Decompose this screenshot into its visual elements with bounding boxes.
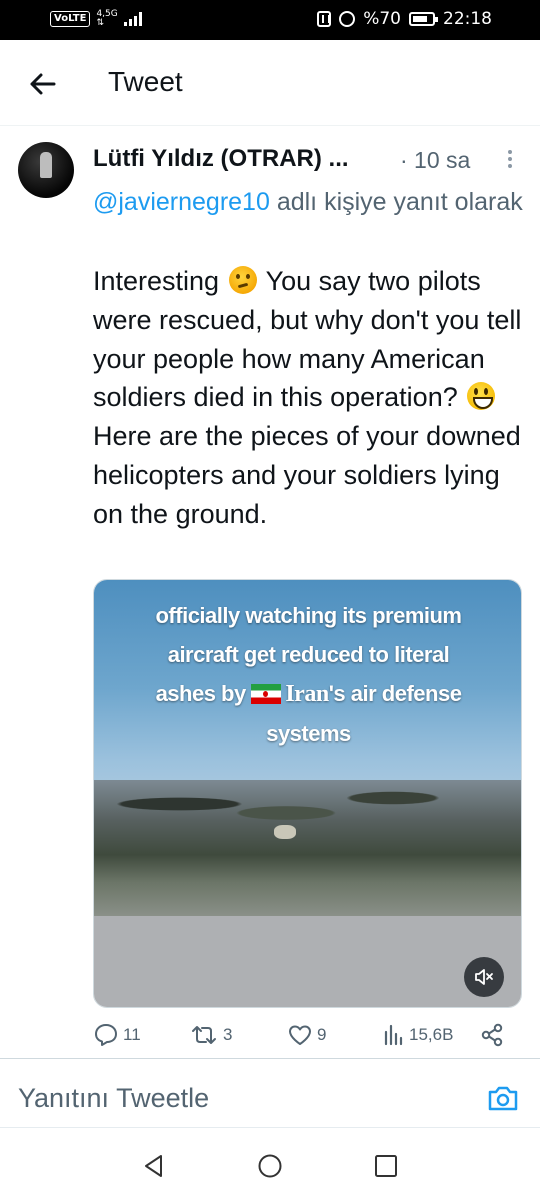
author-name[interactable]: Lütfi Yıldız (OTRAR) ... bbox=[93, 145, 349, 173]
status-right: %70 22:18 bbox=[317, 9, 492, 29]
battery-percent: %70 bbox=[363, 9, 401, 29]
top-app-bar: Tweet bbox=[0, 40, 540, 126]
status-bar: VoLTE 4,5G ⇅ %70 22:18 bbox=[0, 0, 540, 40]
share-action[interactable] bbox=[479, 1022, 505, 1048]
nav-home-button[interactable] bbox=[256, 1152, 284, 1180]
iran-flag-icon bbox=[251, 684, 282, 704]
share-icon bbox=[481, 1023, 503, 1047]
reply-context: @javiernegre10 adlı kişiye yanıt olarak bbox=[93, 183, 523, 221]
mute-button[interactable] bbox=[464, 957, 504, 997]
views-action[interactable]: 15,6B bbox=[383, 1022, 453, 1048]
caption-line-3: ashes by Iran's air defense bbox=[112, 674, 505, 714]
status-left: VoLTE 4,5G ⇅ bbox=[50, 10, 142, 28]
alarm-icon bbox=[339, 11, 356, 27]
square-recents-icon bbox=[375, 1155, 397, 1177]
triangle-back-icon bbox=[145, 1155, 162, 1177]
retweet-count: 3 bbox=[223, 1025, 233, 1044]
system-nav-bar bbox=[0, 1128, 540, 1199]
tweet-time[interactable]: · 10 sa bbox=[400, 147, 470, 174]
nav-recents-button[interactable] bbox=[372, 1152, 400, 1180]
heart-icon bbox=[289, 1025, 311, 1045]
volume-muted-icon bbox=[475, 969, 493, 985]
camera-icon bbox=[488, 1086, 518, 1111]
retweet-icon bbox=[192, 1026, 216, 1044]
tweet-actions: 11 3 9 15,6B bbox=[93, 1022, 513, 1058]
battery-icon bbox=[409, 12, 438, 26]
avatar-figure bbox=[40, 152, 52, 178]
reply-input[interactable]: Yanıtını Tweetle bbox=[18, 1083, 209, 1114]
camera-button[interactable] bbox=[486, 1083, 520, 1113]
arrow-left-icon bbox=[30, 73, 56, 95]
circle-home-icon bbox=[258, 1154, 282, 1178]
reply-composer[interactable]: Yanıtını Tweetle bbox=[0, 1059, 540, 1127]
caption-line-4: systems bbox=[266, 721, 351, 746]
signal-icon bbox=[123, 12, 142, 26]
caption-line-1: officially watching its premium bbox=[155, 603, 462, 628]
volte-indicator: VoLTE bbox=[50, 11, 91, 27]
reply-context-text: adlı kişiye yanıt olarak bbox=[269, 188, 523, 216]
tweet-video[interactable]: officially watching its premium aircraft… bbox=[93, 579, 522, 1008]
like-action[interactable]: 9 bbox=[287, 1022, 326, 1048]
like-count: 9 bbox=[317, 1025, 327, 1044]
caption-pre: ashes by bbox=[155, 681, 252, 706]
smiley-emoji-icon bbox=[467, 382, 496, 411]
caption-iran: Iran bbox=[285, 681, 329, 707]
network-indicator: 4,5G ⇅ bbox=[96, 10, 117, 28]
caption-post: 's air defense bbox=[328, 681, 462, 706]
reply-count: 11 bbox=[123, 1025, 141, 1044]
back-button[interactable] bbox=[22, 64, 62, 104]
thinking-face-emoji-icon bbox=[228, 266, 257, 294]
analytics-icon bbox=[384, 1024, 403, 1046]
nav-back-button[interactable] bbox=[140, 1152, 168, 1180]
author-avatar[interactable] bbox=[18, 142, 74, 198]
more-options-icon[interactable] bbox=[506, 150, 514, 172]
clock: 22:18 bbox=[443, 9, 492, 29]
video-ground bbox=[94, 780, 521, 916]
tweet-text-part3: Here are the pieces of your downed helic… bbox=[93, 421, 521, 529]
page-title: Tweet bbox=[108, 66, 183, 97]
tweet-text: Interesting You say two pilots were resc… bbox=[93, 262, 523, 534]
video-letterbox bbox=[94, 916, 521, 1007]
reply-icon bbox=[95, 1024, 117, 1046]
nfc-icon bbox=[317, 11, 332, 27]
reply-action[interactable]: 11 bbox=[93, 1022, 141, 1048]
views-count: 15,6B bbox=[409, 1025, 454, 1044]
video-caption: officially watching its premium aircraft… bbox=[112, 596, 505, 753]
retweet-action[interactable]: 3 bbox=[189, 1022, 232, 1048]
network-arrows: ⇅ bbox=[96, 18, 104, 28]
reply-handle-link[interactable]: @javiernegre10 bbox=[93, 188, 270, 216]
caption-line-2: aircraft get reduced to literal bbox=[167, 642, 450, 667]
tweet-text-part1: Interesting bbox=[93, 266, 227, 296]
